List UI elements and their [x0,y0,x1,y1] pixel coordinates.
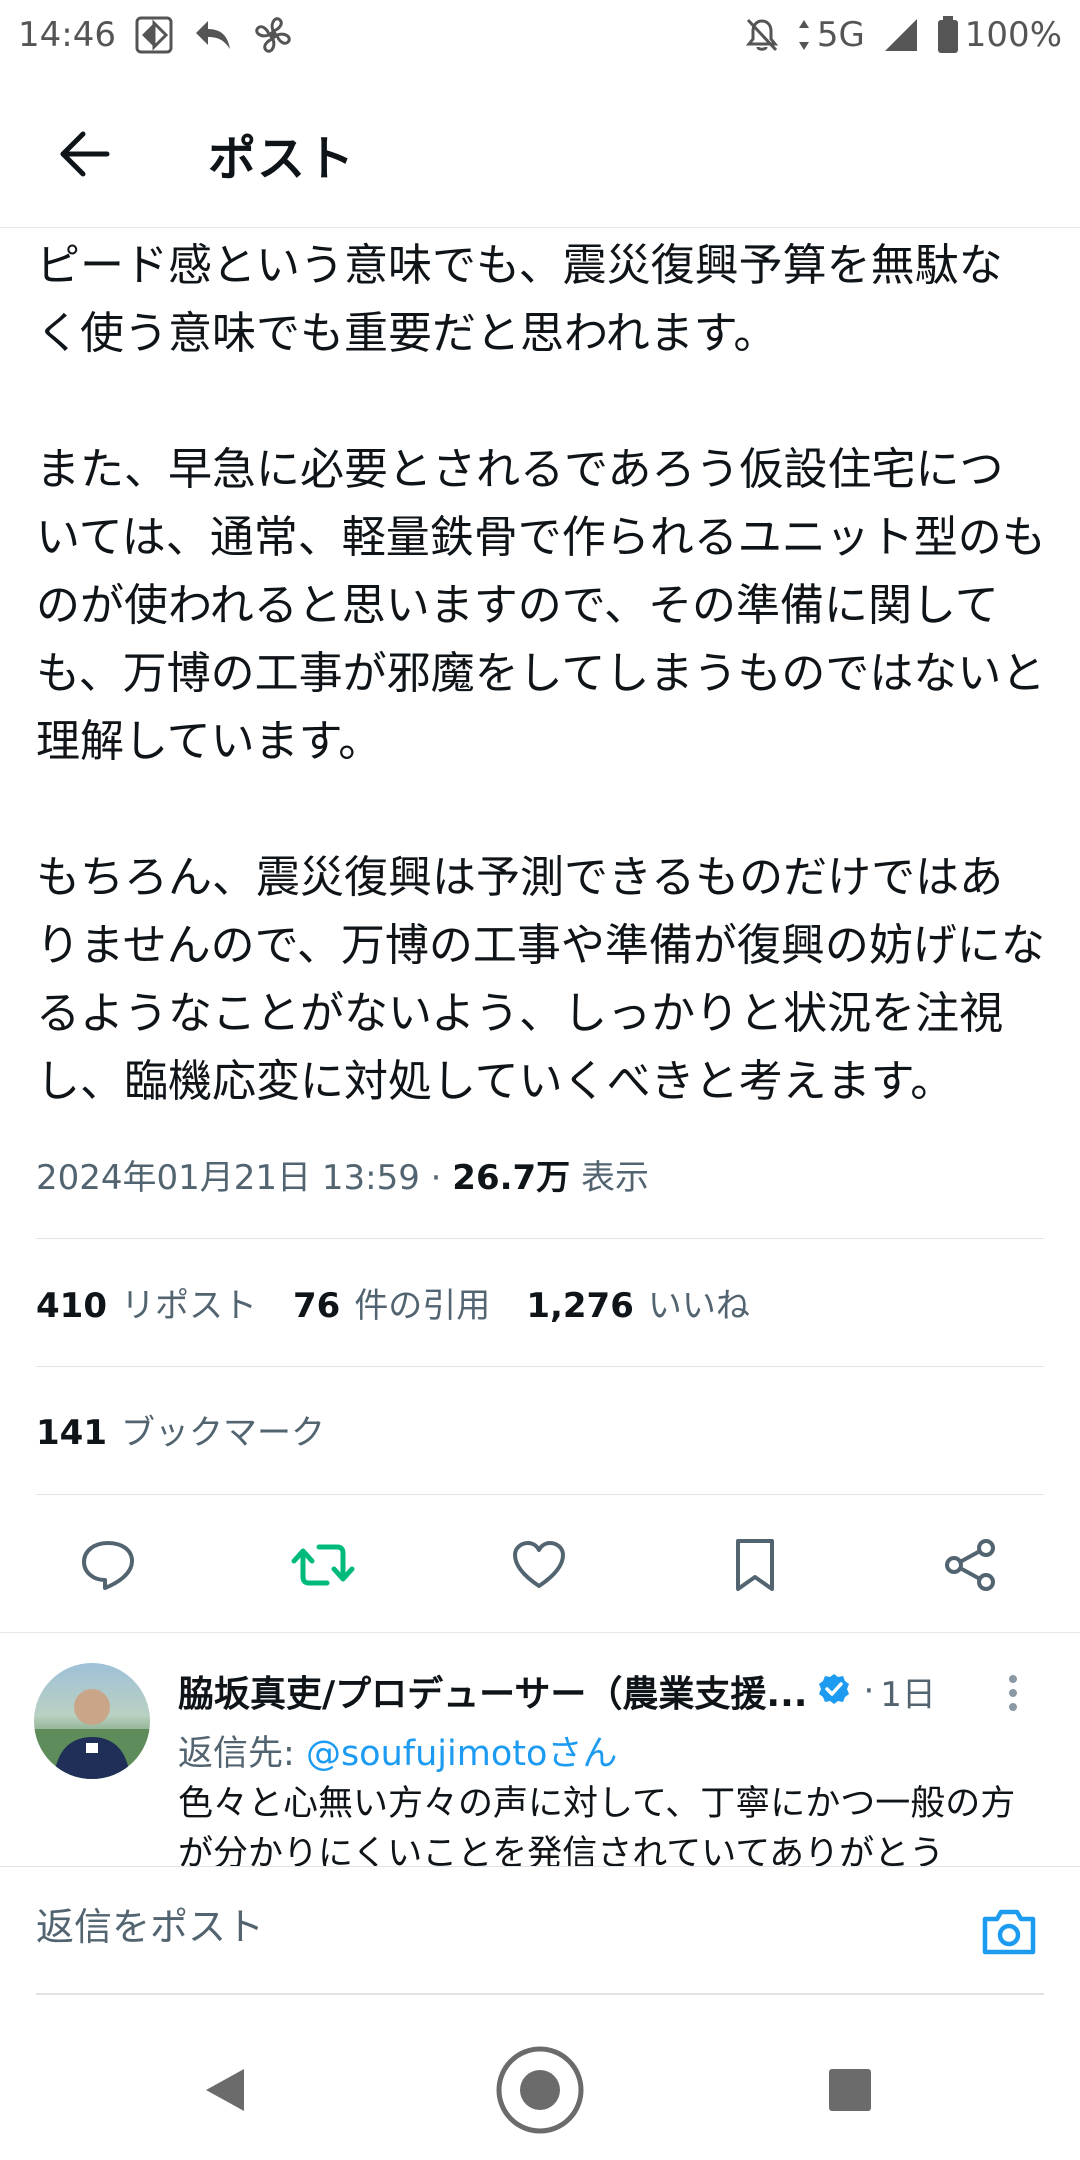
camera-button[interactable] [980,1907,1038,1961]
network-type: 5G [816,15,865,55]
post-paragraph: もちろん、震災復興は予測できるものだけではありませんので、万博の工事や準備が復興… [36,852,1045,1107]
more-options-button[interactable] [1006,1673,1020,1717]
bookmark-icon [736,1539,774,1591]
divider [36,1494,1044,1495]
reply-notification-icon [192,17,234,53]
likes-count: 1,276 [526,1286,634,1326]
status-right: 5G 100% [745,15,1062,55]
quotes-label: 件の引用 [354,1286,491,1326]
post-timestamp[interactable]: 2024年01月21日 13:59 [36,1158,420,1198]
status-left: 14:46 [18,14,294,56]
reposts-label: リポスト [120,1286,257,1326]
likes-stat[interactable]: 1,276 いいね [526,1278,750,1327]
nav-recents-button[interactable] [800,2040,900,2140]
square-recents-icon [829,2069,871,2111]
share-icon [945,1539,995,1591]
bookmarks-stat[interactable]: 141 ブックマーク [36,1405,325,1454]
system-navigation-bar [0,2010,1080,2160]
post-paragraph: また、早急に必要とされるであろう仮設住宅については、通常、軽量鉄骨で作られるユニ… [36,444,1046,767]
arrow-left-icon [60,131,110,176]
avatar[interactable] [34,1663,150,1779]
status-time: 14:46 [18,15,116,55]
signal-icon [883,17,919,53]
reply-text: 色々と心無い方々の声に対して、丁寧にかつ一般の方が分かりにくいことを発信されてい… [178,1784,1016,1866]
status-bar: 14:46 5G 100% [0,0,1080,70]
bookmark-button[interactable] [720,1530,790,1600]
fan-notification-icon [252,14,294,56]
reposts-count: 410 [36,1286,107,1326]
post-text: ピード感という意味でも、震災復興予算を無駄なく使う意味でも重要だと思われます。 … [36,232,1046,1116]
reposts-stat[interactable]: 410 リポスト [36,1278,257,1327]
reply-button[interactable] [73,1530,143,1600]
repost-button[interactable] [288,1530,358,1600]
reply-post[interactable]: 脇坂真吏/プロデューサー（農業支援... · 1日 返信先: @soufujim… [0,1632,1080,1866]
data-transfer-icon [797,18,811,52]
mute-icon [745,17,779,53]
like-button[interactable] [504,1530,574,1600]
engagement-stats: 410 リポスト 76 件の引用 1,276 いいね [36,1278,750,1327]
likes-label: いいね [647,1286,750,1326]
composer-underline [36,1993,1044,1995]
divider [36,1238,1044,1239]
meta-separator: · [430,1158,442,1198]
reply-input[interactable] [36,1905,936,1949]
battery-icon [937,16,959,54]
vertical-dots-icon [1009,1675,1017,1711]
battery-level: 100% [964,15,1062,55]
camera-icon [982,1909,1036,1955]
reply-time: 1日 [880,1674,936,1715]
divider [36,1366,1044,1367]
reply-header: 脇坂真吏/プロデューサー（農業支援... · 1日 [178,1663,936,1719]
reply-to-line: 返信先: @soufujimotoさん [178,1725,617,1776]
reply-time-separator: · [863,1671,875,1711]
heart-icon [513,1541,565,1588]
back-button[interactable] [44,114,124,194]
reply-to-handle[interactable]: @soufujimotoさん [306,1734,617,1774]
repost-icon [291,1544,355,1586]
view-label: 表示 [581,1158,649,1198]
reply-author-name[interactable]: 脇坂真吏/プロデューサー（農業支援... [178,1665,807,1717]
nav-back-button[interactable] [175,2040,275,2140]
speech-bubble-icon [82,1541,134,1590]
app-notification-icon [134,15,174,55]
home-circle-icon [496,2046,584,2134]
quotes-count: 76 [292,1286,341,1326]
reply-composer [0,1866,1080,1995]
bookmarks-label: ブックマーク [120,1413,325,1453]
post-paragraph: ピード感という意味でも、震災復興予算を無駄なく使う意味でも重要だと思われます。 [36,240,1003,359]
avatar-photo [34,1689,150,1779]
nav-home-button[interactable] [490,2040,590,2140]
page-title: ポスト [208,130,356,187]
verified-badge-icon [817,1672,851,1710]
quotes-stat[interactable]: 76 件の引用 [293,1278,490,1327]
bookmarks-count: 141 [36,1413,107,1453]
share-button[interactable] [935,1530,1005,1600]
post-meta: 2024年01月21日 13:59 · 26.7万 表示 [36,1150,649,1199]
reply-to-label: 返信先: [178,1734,295,1774]
post-actions [0,1520,1080,1610]
top-app-bar: ポスト [0,80,1080,228]
triangle-back-icon [206,2069,244,2111]
view-count: 26.7万 [452,1158,571,1198]
